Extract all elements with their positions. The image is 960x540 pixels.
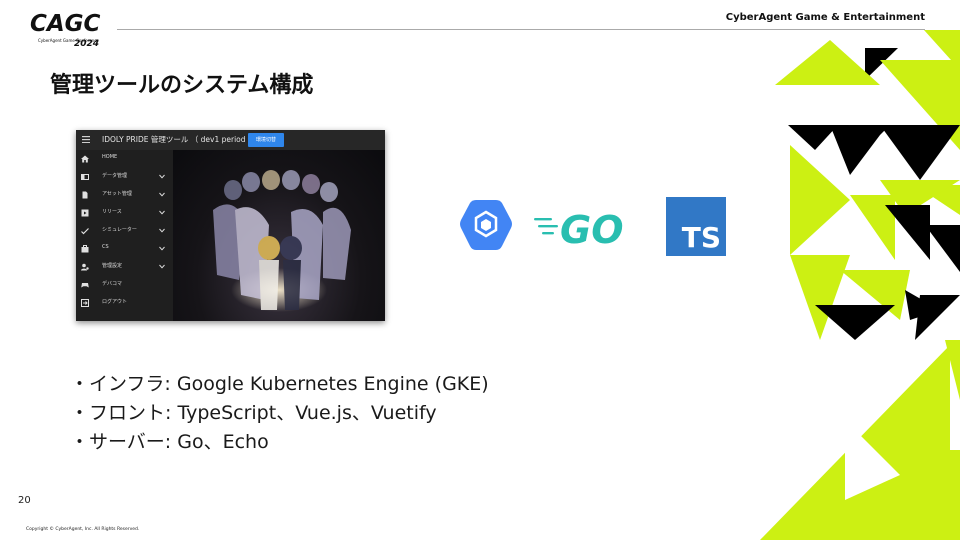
logo-year: 2024 <box>74 39 100 49</box>
admin-sidebar: HOME データ管理 アセット管理 リリース シミュレーター CS 管理設定 デ… <box>76 150 173 321</box>
nav-label: ログアウト <box>102 299 128 305</box>
nav-item-admin-settings[interactable]: 管理設定 <box>76 258 173 276</box>
nav-label: リリース <box>102 209 122 215</box>
nav-label: シミュレーター <box>102 227 137 233</box>
copyright: Copyright © CyberAgent, Inc. All Rights … <box>26 527 140 532</box>
nav-label: デバコマ <box>102 281 123 287</box>
bullet-front: ・フロント: TypeScript、Vue.js、Vuetify <box>70 402 437 424</box>
chevron-down-icon <box>159 210 165 215</box>
nav-item-devcommand[interactable]: デバコマ <box>76 276 173 294</box>
nav-label: 管理設定 <box>102 263 123 269</box>
bullet-infra: ・インフラ: Google Kubernetes Engine (GKE) <box>70 373 489 395</box>
home-icon <box>81 155 89 163</box>
slide-title: 管理ツールのシステム構成 <box>50 73 314 98</box>
logout-icon <box>81 299 89 307</box>
decorative-triangles <box>760 30 960 540</box>
nav-item-release[interactable]: リリース <box>76 204 173 222</box>
user-gear-icon <box>81 263 89 271</box>
nav-label: データ管理 <box>102 173 128 179</box>
data-icon <box>81 174 89 180</box>
check-icon <box>81 228 89 235</box>
idol-group-illustration <box>213 170 351 312</box>
release-icon <box>81 209 89 217</box>
nav-label: アセット管理 <box>102 191 132 197</box>
nav-item-data[interactable]: データ管理 <box>76 168 173 186</box>
logo-text: CAGC <box>30 11 101 37</box>
admin-title: IDOLY PRIDE 管理ツール （ dev1 period ） <box>102 135 256 144</box>
menu-icon[interactable] <box>82 136 90 143</box>
admin-topbar: IDOLY PRIDE 管理ツール （ dev1 period ） 環境切替 <box>76 130 385 150</box>
page-number: 20 <box>18 495 31 506</box>
go-logo-text: GO <box>560 208 624 249</box>
chevron-down-icon <box>159 228 165 233</box>
nav-item-cs[interactable]: CS <box>76 240 173 258</box>
env-switch-button[interactable]: 環境切替 <box>248 133 284 147</box>
nav-label: CS <box>102 244 109 250</box>
ts-logo-text: TS <box>681 221 721 254</box>
gke-logo-icon <box>460 200 512 250</box>
chevron-down-icon <box>159 174 165 179</box>
chevron-down-icon <box>159 192 165 197</box>
briefcase-icon <box>81 245 89 253</box>
file-icon <box>82 191 88 199</box>
admin-tool-screenshot: IDOLY PRIDE 管理ツール （ dev1 period ） 環境切替 H… <box>76 130 385 321</box>
bullet-list: ・インフラ: Google Kubernetes Engine (GKE) ・フ… <box>70 370 489 457</box>
bullet-server: ・サーバー: Go、Echo <box>70 431 269 453</box>
chevron-down-icon <box>159 246 165 251</box>
nav-item-asset[interactable]: アセット管理 <box>76 186 173 204</box>
cagc-logo: CAGC CyberAgent Game Conference 2024 <box>30 12 110 52</box>
nav-item-home[interactable]: HOME <box>76 150 173 168</box>
nav-item-logout[interactable]: ログアウト <box>76 294 173 312</box>
company-name: CyberAgent Game & Entertainment <box>725 12 925 23</box>
nav-item-simulator[interactable]: シミュレーター <box>76 222 173 240</box>
nav-label: HOME <box>102 154 118 160</box>
chevron-down-icon <box>159 264 165 269</box>
admin-main-image <box>173 150 385 321</box>
typescript-logo-icon: TS <box>666 197 726 256</box>
gamepad-icon <box>81 283 89 288</box>
go-logo-icon: GO <box>534 208 624 249</box>
